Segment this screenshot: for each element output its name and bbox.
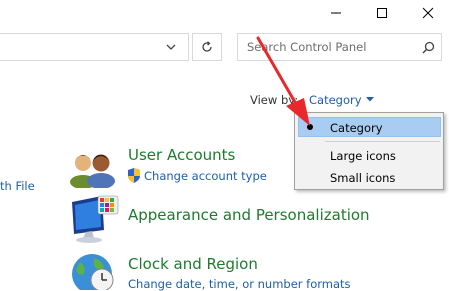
red-arrow-annotation xyxy=(256,36,310,126)
